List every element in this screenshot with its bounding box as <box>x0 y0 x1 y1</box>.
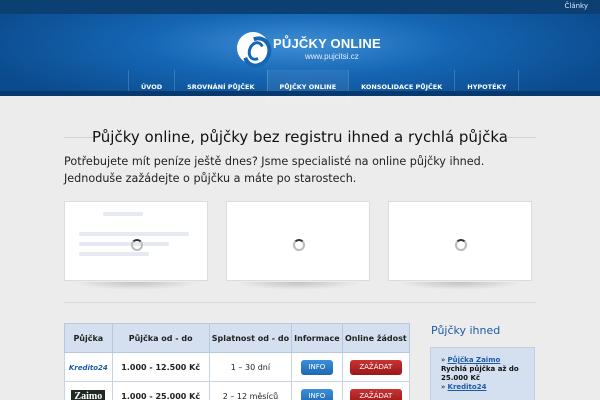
card-loading-line <box>79 242 169 246</box>
info-button[interactable]: INFO <box>300 388 333 400</box>
amount-cell: 1.000 - 12.500 Kč <box>111 352 210 382</box>
column-header: Splatnost od - do <box>208 323 293 353</box>
sidebar-link-kredito24[interactable]: Kredito24 <box>448 383 487 391</box>
nav-item-konsolidace[interactable]: KONSOLIDACE PŮJČEK <box>348 70 454 104</box>
amount-cell: 1.000 - 25.000 Kč <box>111 381 210 400</box>
main-nav: ÚVOD SROVNÁNÍ PŮJČEK PŮJČKY ONLINE KONSO… <box>128 70 520 104</box>
info-button[interactable]: INFO <box>300 359 333 375</box>
sidebar-link-zaimo[interactable]: Půjčka Zaimo <box>448 356 501 364</box>
site-logo[interactable]: PŮJČKY ONLINE www.pujcitsi.cz <box>237 32 381 64</box>
offer-card-1[interactable] <box>64 201 208 290</box>
lender-logo-cell[interactable]: Zaimo <box>64 381 113 400</box>
card-loading-line <box>79 232 189 236</box>
loan-comparison-table: Půjčka Půjčka od - do Splatnost od - do … <box>64 323 411 400</box>
loading-spinner-icon <box>131 239 143 251</box>
site-header: PŮJČKY ONLINE www.pujcitsi.cz ÚVOD SROVN… <box>0 14 600 104</box>
section-divider <box>64 302 536 303</box>
page-title: Půjčky online, půjčky bez registru ihned… <box>92 128 508 146</box>
logo-subtitle: www.pujcitsi.cz <box>305 52 359 61</box>
card-loading-line <box>79 252 149 256</box>
column-header: Půjčka od - do <box>111 323 210 353</box>
info-cell: INFO <box>291 352 343 382</box>
sidebar-box: » Půjčka Zaimo Rychlá půjčka až do 25.00… <box>430 347 535 400</box>
offer-card-2[interactable] <box>226 201 370 290</box>
nav-item-hypoteky[interactable]: HYPOTÉKY <box>454 70 520 104</box>
info-cell: INFO <box>291 381 343 400</box>
zaimo-logo: Zaimo <box>71 389 106 400</box>
sidebar-title: Půjčky ihned <box>431 324 501 337</box>
term-cell: 1 – 30 dní <box>208 352 293 382</box>
intro-text: Potřebujete mít peníze ještě dnes? Jsme … <box>64 155 485 185</box>
table-row: Kredito24 1.000 - 12.500 Kč 1 – 30 dní I… <box>64 352 411 382</box>
apply-button[interactable]: ZAŽÁDAT <box>349 388 402 400</box>
nav-item-pujcky-online[interactable]: PŮJČKY ONLINE <box>266 70 349 104</box>
top-strip: Články <box>0 0 600 14</box>
logo-swirl-icon <box>237 32 269 64</box>
column-header: Informace <box>291 323 343 353</box>
loading-spinner-icon <box>455 239 467 251</box>
apply-cell: ZAŽÁDAT <box>341 381 411 400</box>
apply-button[interactable]: ZAŽÁDAT <box>349 359 402 375</box>
nav-item-uvod[interactable]: ÚVOD <box>128 70 174 104</box>
table-header-row: Půjčka Půjčka od - do Splatnost od - do … <box>64 323 411 353</box>
sidebar-item-text: Rychlá půjčka až do 25.000 Kč <box>441 365 519 382</box>
offer-card-3[interactable] <box>388 201 532 290</box>
card-loading-title-placeholder <box>103 212 143 216</box>
loading-spinner-icon <box>293 239 305 251</box>
title-rule-right <box>506 137 536 138</box>
logo-title: PŮJČKY ONLINE <box>273 36 381 51</box>
sidebar-item: » Půjčka Zaimo <box>441 356 501 364</box>
nav-item-srovnani[interactable]: SROVNÁNÍ PŮJČEK <box>174 70 266 104</box>
kredito24-logo: Kredito24 <box>68 363 108 372</box>
column-header: Online žádost <box>341 323 411 353</box>
table-row: Zaimo 1.000 - 25.000 Kč 2 – 12 měsíců IN… <box>64 381 411 400</box>
articles-link[interactable]: Články <box>564 2 588 10</box>
sidebar-item: » Kredito24 <box>441 383 487 391</box>
column-header: Půjčka <box>64 323 113 353</box>
apply-cell: ZAŽÁDAT <box>341 352 411 382</box>
lender-logo-cell[interactable]: Kredito24 <box>64 352 113 382</box>
term-cell: 2 – 12 měsíců <box>208 381 293 400</box>
